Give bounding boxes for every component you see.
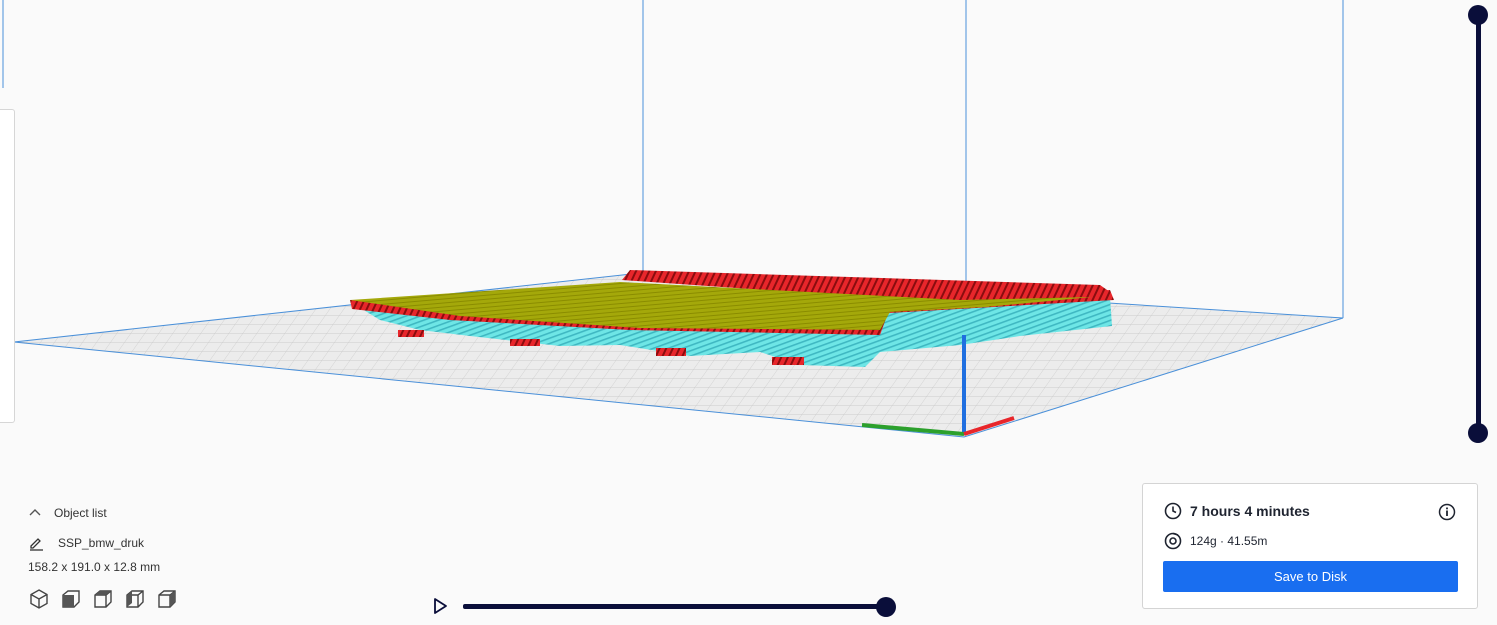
object-list-label: Object list xyxy=(54,506,107,520)
camera-view-buttons xyxy=(28,588,288,610)
object-name: SSP_bmw_druk xyxy=(58,536,145,550)
layer-slider-bottom-handle[interactable] xyxy=(1468,423,1488,443)
layer-slider-top-handle[interactable] xyxy=(1468,5,1488,25)
view-left-icon[interactable] xyxy=(124,588,146,610)
material-usage: 124g · 41.55m xyxy=(1190,534,1268,548)
view-front-icon[interactable] xyxy=(60,588,82,610)
clock-icon xyxy=(1164,502,1182,520)
print-info-panel: 7 hours 4 minutes 124g · 41.55m Save to … xyxy=(1142,483,1478,609)
view-top-icon[interactable] xyxy=(92,588,114,610)
object-list-item[interactable]: SSP_bmw_druk xyxy=(28,532,288,554)
filament-spool-icon xyxy=(1164,532,1182,550)
build-volume-outline xyxy=(2,0,1344,318)
save-to-disk-button[interactable]: Save to Disk xyxy=(1163,561,1458,592)
object-dimensions: 158.2 x 191.0 x 12.8 mm xyxy=(28,560,161,574)
object-list-toggle[interactable]: Object list xyxy=(28,502,288,524)
object-list-panel: Object list SSP_bmw_druk 158.2 x 191.0 x… xyxy=(28,502,288,610)
material-usage-row: 124g · 41.55m xyxy=(1164,532,1267,550)
chevron-up-icon xyxy=(29,509,41,516)
print-time: 7 hours 4 minutes xyxy=(1190,503,1310,519)
play-icon[interactable] xyxy=(431,597,449,615)
collapsed-side-panel[interactable] xyxy=(0,109,15,423)
layer-slider-track[interactable] xyxy=(1476,15,1481,435)
view-right-icon[interactable] xyxy=(156,588,178,610)
simulation-slider-handle[interactable] xyxy=(876,597,896,617)
info-icon[interactable] xyxy=(1438,503,1456,521)
print-time-row: 7 hours 4 minutes xyxy=(1164,502,1310,520)
3d-viewport[interactable]: Object list SSP_bmw_druk 158.2 x 191.0 x… xyxy=(0,0,1497,625)
pencil-icon xyxy=(30,538,43,551)
simulation-slider-track[interactable] xyxy=(463,604,887,609)
view-3d-icon[interactable] xyxy=(28,588,50,610)
